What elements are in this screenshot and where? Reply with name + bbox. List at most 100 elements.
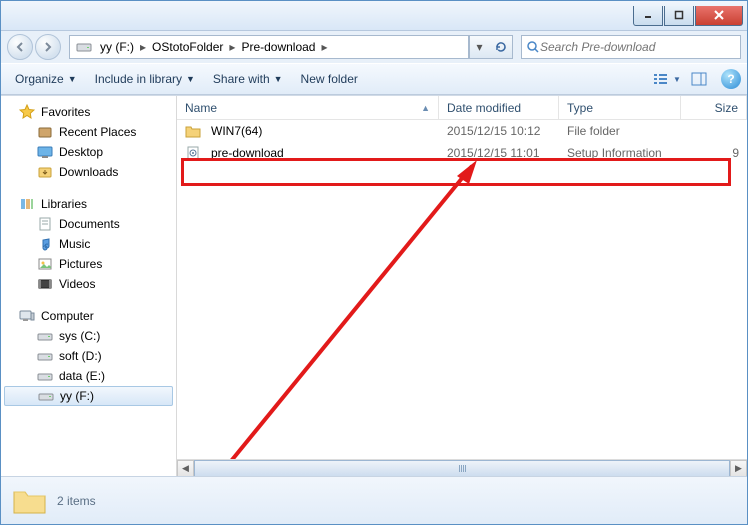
nav-buttons: [7, 34, 61, 60]
libraries-label: Libraries: [41, 197, 87, 211]
drive-icon: [37, 328, 53, 344]
file-row-folder[interactable]: WIN7(64) 2015/12/15 10:12 File folder: [177, 120, 747, 142]
sidebar-item-drive-e[interactable]: data (E:): [1, 366, 176, 386]
libraries-group: Libraries Documents Music Pictures Video…: [1, 194, 176, 294]
scroll-left-button[interactable]: ◀: [177, 460, 194, 476]
sidebar-item-label: Music: [59, 237, 90, 251]
status-bar: 2 items: [1, 476, 747, 524]
chevron-down-icon: ▾: [476, 40, 482, 54]
sidebar-item-recent-places[interactable]: Recent Places: [1, 122, 176, 142]
column-header-row: Name ▲ Date modified Type Size: [177, 96, 747, 120]
close-icon: [713, 9, 725, 21]
forward-icon: [42, 41, 54, 53]
titlebar[interactable]: [1, 1, 747, 31]
inf-file-icon: [185, 145, 201, 161]
downloads-icon: [37, 164, 53, 180]
sort-asc-icon: ▲: [421, 103, 430, 113]
favorites-group: Favorites Recent Places Desktop Download…: [1, 102, 176, 182]
sidebar-item-documents[interactable]: Documents: [1, 214, 176, 234]
share-with-button[interactable]: Share with ▼: [205, 68, 291, 90]
window-buttons: [632, 6, 743, 26]
sidebar-item-drive-d[interactable]: soft (D:): [1, 346, 176, 366]
address-dropdown[interactable]: ▾: [469, 35, 489, 59]
breadcrumb-item[interactable]: OStotoFolder: [148, 36, 227, 58]
scroll-right-button[interactable]: ▶: [730, 460, 747, 476]
sidebar-item-label: Documents: [59, 217, 120, 231]
file-date: 2015/12/15 10:12: [439, 120, 559, 142]
maximize-button[interactable]: [664, 6, 694, 26]
chevron-down-icon: ▼: [274, 74, 283, 84]
organize-button[interactable]: Organize▼: [7, 68, 85, 90]
refresh-icon: [494, 40, 508, 54]
favorites-header[interactable]: Favorites: [1, 102, 176, 122]
star-icon: [19, 104, 35, 120]
include-in-library-button[interactable]: Include in library ▼: [87, 68, 203, 90]
file-size: 9: [681, 142, 747, 164]
pictures-icon: [37, 256, 53, 272]
help-button[interactable]: ?: [721, 69, 741, 89]
sidebar-item-label: Videos: [59, 277, 95, 291]
close-button[interactable]: [695, 6, 743, 26]
file-list[interactable]: WIN7(64) 2015/12/15 10:12 File folder pr…: [177, 120, 747, 164]
toolbar: Organize▼ Include in library ▼ Share with…: [1, 63, 747, 95]
chevron-right-icon: ▸: [319, 40, 329, 54]
sidebar-item-downloads[interactable]: Downloads: [1, 162, 176, 182]
column-header-type[interactable]: Type: [559, 96, 681, 119]
sidebar-item-music[interactable]: Music: [1, 234, 176, 254]
file-row-inf[interactable]: pre-download 2015/12/15 11:01 Setup Info…: [177, 142, 747, 164]
computer-icon: [19, 308, 35, 324]
new-folder-button[interactable]: New folder: [293, 68, 366, 90]
chevron-down-icon: ▼: [186, 74, 195, 84]
file-type: File folder: [559, 120, 681, 142]
address-row: yy (F:) ▸ OStotoFolder ▸ Pre-download ▸ …: [1, 31, 747, 63]
column-header-name[interactable]: Name ▲: [177, 96, 439, 119]
preview-pane-button[interactable]: [685, 67, 713, 91]
view-icon: [653, 72, 671, 86]
breadcrumb-item[interactable]: Pre-download: [237, 36, 319, 58]
drive-icon: [38, 388, 54, 404]
sidebar-item-label: soft (D:): [59, 349, 102, 363]
annotation-arrow: [217, 156, 517, 476]
documents-icon: [37, 216, 53, 232]
drive-icon: [37, 348, 53, 364]
file-name: WIN7(64): [211, 124, 262, 138]
chevron-right-icon: ▸: [227, 40, 237, 54]
desktop-icon: [37, 144, 53, 160]
col-label: Size: [715, 101, 738, 115]
search-input[interactable]: [540, 40, 736, 54]
preview-pane-icon: [691, 72, 707, 86]
chevron-down-icon: ▼: [673, 75, 681, 84]
minimize-icon: [643, 10, 653, 20]
status-text: 2 items: [57, 494, 96, 508]
search-box[interactable]: [521, 35, 741, 59]
refresh-button[interactable]: [489, 35, 513, 59]
horizontal-scrollbar[interactable]: ◀ ▶: [177, 459, 747, 476]
chevron-right-icon: ▸: [138, 40, 148, 54]
column-header-size[interactable]: Size: [681, 96, 747, 119]
sidebar-item-drive-f[interactable]: yy (F:): [4, 386, 173, 406]
sidebar-item-desktop[interactable]: Desktop: [1, 142, 176, 162]
forward-button[interactable]: [35, 34, 61, 60]
view-options-button[interactable]: ▼: [653, 67, 681, 91]
col-label: Name: [185, 101, 217, 115]
breadcrumbs[interactable]: yy (F:) ▸ OStotoFolder ▸ Pre-download ▸: [69, 35, 469, 59]
minimize-button[interactable]: [633, 6, 663, 26]
column-header-date[interactable]: Date modified: [439, 96, 559, 119]
sidebar-item-pictures[interactable]: Pictures: [1, 254, 176, 274]
share-label: Share with: [213, 72, 270, 86]
music-icon: [37, 236, 53, 252]
sidebar-item-label: Downloads: [59, 165, 118, 179]
search-icon: [526, 40, 540, 54]
libraries-icon: [19, 196, 35, 212]
computer-header[interactable]: Computer: [1, 306, 176, 326]
sidebar-item-drive-c[interactable]: sys (C:): [1, 326, 176, 346]
sidebar-item-videos[interactable]: Videos: [1, 274, 176, 294]
include-label: Include in library: [95, 72, 182, 86]
libraries-header[interactable]: Libraries: [1, 194, 176, 214]
drive-icon: [76, 39, 92, 55]
scroll-thumb[interactable]: [194, 460, 730, 476]
back-button[interactable]: [7, 34, 33, 60]
file-size: [681, 127, 747, 135]
favorites-label: Favorites: [41, 105, 90, 119]
breadcrumb-item[interactable]: yy (F:): [96, 36, 138, 58]
